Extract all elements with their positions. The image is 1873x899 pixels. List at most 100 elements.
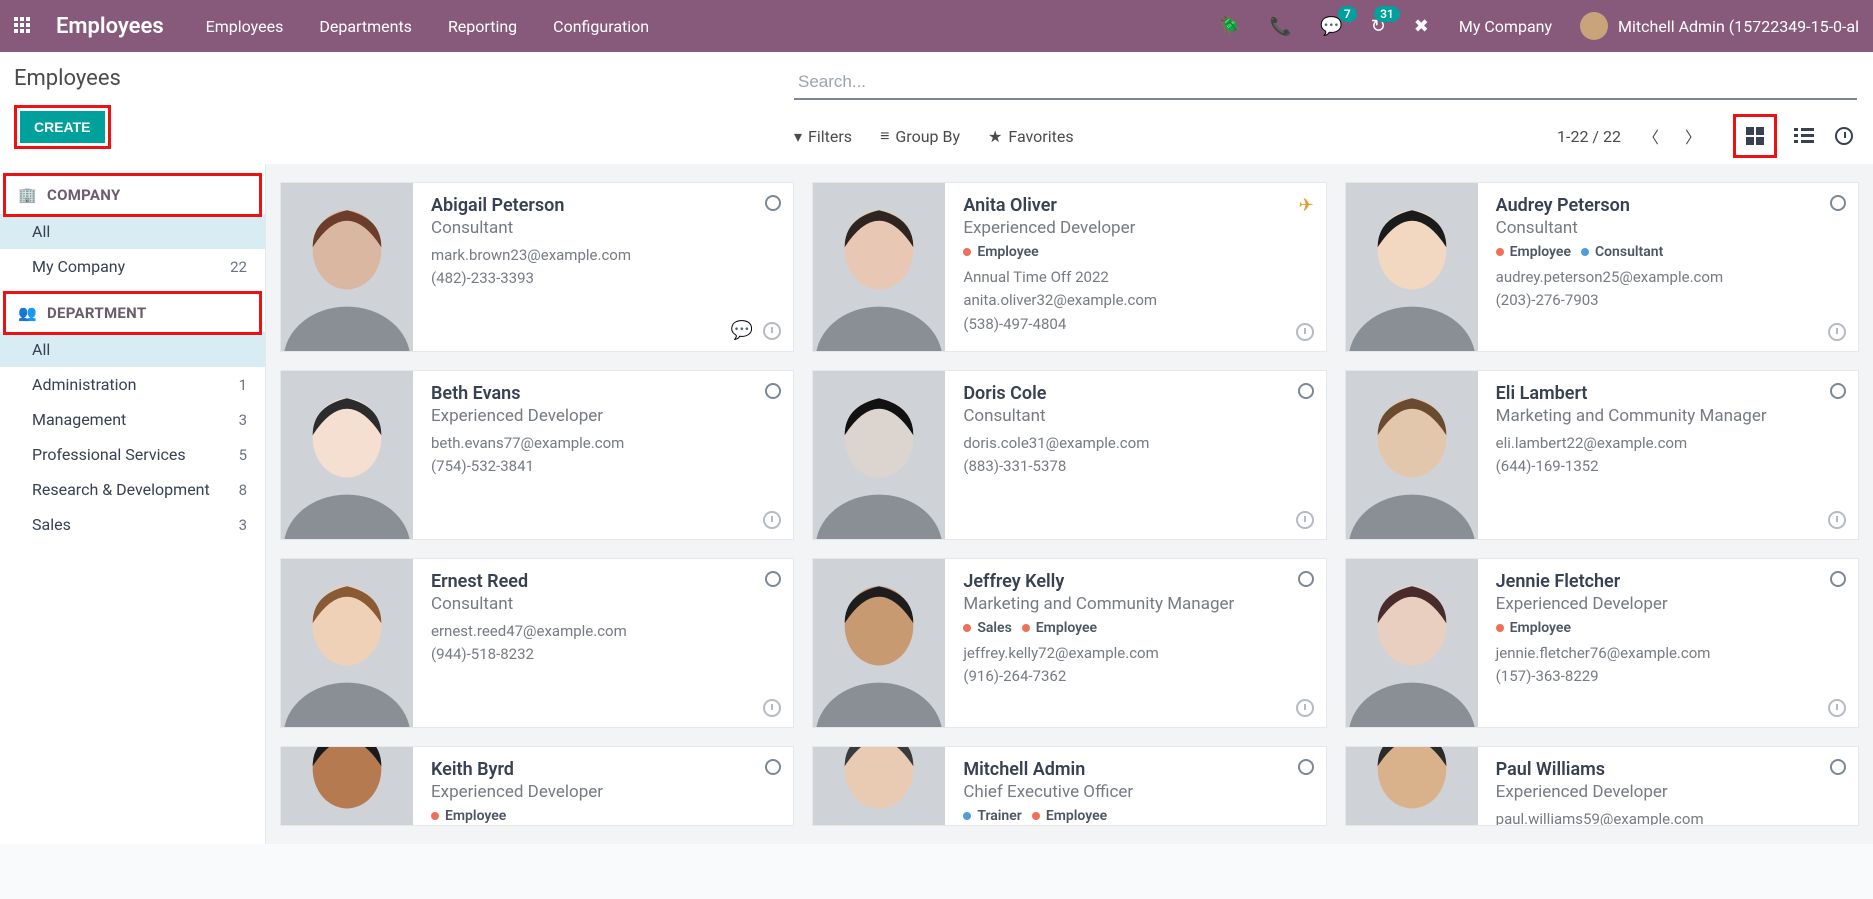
presence-icon[interactable] (1830, 383, 1846, 399)
employee-role: Experienced Developer (1496, 782, 1844, 802)
employee-tag: Employee (1032, 808, 1107, 824)
presence-icon[interactable] (765, 571, 781, 587)
company-icon: 🏢 (18, 186, 37, 204)
presence-icon[interactable] (1298, 759, 1314, 775)
clock-icon[interactable] (1828, 323, 1846, 341)
clock-icon[interactable] (763, 699, 781, 717)
sidebar-item-count: 3 (239, 516, 247, 534)
presence-icon[interactable] (1830, 759, 1846, 775)
employee-meta: jeffrey.kelly72@example.com(916)-264-736… (963, 642, 1311, 689)
employee-card[interactable]: Eli LambertMarketing and Community Manag… (1345, 370, 1859, 540)
employee-card[interactable]: Keith ByrdExperienced DeveloperEmployee (280, 746, 794, 826)
search-input[interactable] (794, 66, 1857, 98)
sidebar-item-label: Sales (32, 515, 71, 534)
clock-icon[interactable] (1296, 511, 1314, 529)
presence-icon[interactable] (765, 383, 781, 399)
app-brand[interactable]: Employees (56, 14, 164, 39)
employee-card[interactable]: Mitchell AdminChief Executive OfficerTra… (812, 746, 1326, 826)
kanban-content: Abigail PetersonConsultantmark.brown23@e… (266, 164, 1873, 844)
employee-body: Beth EvansExperienced Developerbeth.evan… (413, 371, 793, 539)
employee-photo (813, 559, 945, 727)
card-status-tr (1298, 383, 1314, 399)
nav-employees[interactable]: Employees (206, 17, 284, 36)
sidebar-department-header[interactable]: 👥 DEPARTMENT (6, 294, 259, 332)
clock-icon[interactable] (763, 511, 781, 529)
employee-card[interactable]: Jennie FletcherExperienced DeveloperEmpl… (1345, 558, 1859, 728)
employee-card[interactable]: Abigail PetersonConsultantmark.brown23@e… (280, 182, 794, 352)
sidebar-department-item[interactable]: All (0, 332, 265, 367)
employee-body: Keith ByrdExperienced DeveloperEmployee (413, 747, 793, 825)
employee-meta: eli.lambert22@example.com(644)-169-1352 (1496, 432, 1844, 479)
activity-icon[interactable]: ↻ 31 (1371, 16, 1386, 37)
employee-photo (813, 371, 945, 539)
presence-icon[interactable] (1298, 571, 1314, 587)
employee-card[interactable]: Doris ColeConsultantdoris.cole31@example… (812, 370, 1326, 540)
favorites-button[interactable]: ★ Favorites (988, 127, 1074, 146)
clock-icon[interactable] (1296, 323, 1314, 341)
pager-prev-icon[interactable]: 〈 (1639, 120, 1663, 152)
sidebar-department-item[interactable]: Sales 3 (0, 507, 265, 542)
clock-icon[interactable] (1828, 511, 1846, 529)
employee-tags: SalesEmployee (963, 620, 1311, 636)
page-title: Employees (14, 66, 794, 91)
activity-view-button[interactable] (1831, 123, 1857, 149)
sidebar-department-item[interactable]: Research & Development8 (0, 472, 265, 507)
employee-role: Experienced Developer (431, 782, 779, 802)
sidebar-company-item[interactable]: All (0, 214, 265, 249)
employee-name: Jennie Fletcher (1496, 571, 1844, 592)
presence-icon[interactable] (1830, 195, 1846, 211)
sidebar-department-item[interactable]: Management3 (0, 402, 265, 437)
card-status-tr (765, 571, 781, 587)
employee-tag: Employee (431, 808, 506, 824)
nav-configuration[interactable]: Configuration (553, 17, 649, 36)
employee-card[interactable]: Anita OliverExperienced DeveloperEmploye… (812, 182, 1326, 352)
employee-card[interactable]: Beth EvansExperienced Developerbeth.evan… (280, 370, 794, 540)
chat-icon[interactable]: 💬 7 (1320, 16, 1342, 37)
presence-icon[interactable] (1298, 383, 1314, 399)
employee-role: Chief Executive Officer (963, 782, 1311, 802)
list-view-button[interactable] (1791, 123, 1817, 149)
sidebar-department-item[interactable]: Professional Services5 (0, 437, 265, 472)
user-menu[interactable]: Mitchell Admin (15722349-15-0-al (1580, 12, 1859, 40)
employee-role: Marketing and Community Manager (1496, 406, 1844, 426)
clock-icon[interactable] (763, 322, 781, 340)
sidebar-item-label: My Company (32, 257, 125, 276)
pager: 1-22 / 22 〈 〉 (1557, 120, 1705, 152)
company-selector[interactable]: My Company (1459, 17, 1552, 36)
nav-departments[interactable]: Departments (319, 17, 412, 36)
kanban-view-button[interactable] (1742, 123, 1768, 149)
employee-card[interactable]: Paul WilliamsExperienced Developerpaul.w… (1345, 746, 1859, 826)
card-status-br: 💬 (731, 320, 781, 341)
bug-icon[interactable]: 🪲 (1219, 16, 1241, 37)
clock-icon[interactable] (1828, 699, 1846, 717)
chat-badge: 7 (1338, 6, 1357, 22)
employee-card[interactable]: Ernest ReedConsultanternest.reed47@examp… (280, 558, 794, 728)
card-status-tr: ✈ (1299, 195, 1314, 216)
employee-tags: EmployeeConsultant (1496, 244, 1844, 260)
pager-next-icon[interactable]: 〉 (1681, 120, 1705, 152)
apps-icon[interactable] (14, 17, 32, 35)
clock-icon[interactable] (1296, 699, 1314, 717)
top-nav: Employees Employees Departments Reportin… (0, 0, 1873, 52)
nav-reporting[interactable]: Reporting (448, 17, 517, 36)
sidebar-department-item[interactable]: Administration1 (0, 367, 265, 402)
chat-bubble-icon[interactable]: 💬 (731, 320, 753, 341)
employee-photo (1346, 559, 1478, 727)
filters-button[interactable]: ▾ Filters (794, 127, 852, 146)
employee-card[interactable]: Audrey PetersonConsultantEmployeeConsult… (1345, 182, 1859, 352)
presence-icon[interactable] (765, 195, 781, 211)
create-button[interactable]: CREATE (20, 111, 105, 143)
employee-card[interactable]: Jeffrey KellyMarketing and Community Man… (812, 558, 1326, 728)
pager-range[interactable]: 1-22 / 22 (1557, 127, 1621, 146)
presence-icon[interactable] (1830, 571, 1846, 587)
sidebar-company-item[interactable]: My Company22 (0, 249, 265, 284)
employee-role: Experienced Developer (431, 406, 779, 426)
sidebar-company-header[interactable]: 🏢 COMPANY (6, 176, 259, 214)
tools-icon[interactable]: ✖ (1414, 16, 1429, 37)
presence-icon[interactable] (765, 759, 781, 775)
groupby-button[interactable]: ≡ Group By (880, 126, 960, 146)
phone-icon[interactable]: 📞 (1270, 16, 1292, 37)
department-icon: 👥 (18, 304, 37, 322)
tag-dot-icon (1022, 624, 1030, 632)
main: 🏢 COMPANY AllMy Company22 👥 DEPARTMENT A… (0, 164, 1873, 844)
